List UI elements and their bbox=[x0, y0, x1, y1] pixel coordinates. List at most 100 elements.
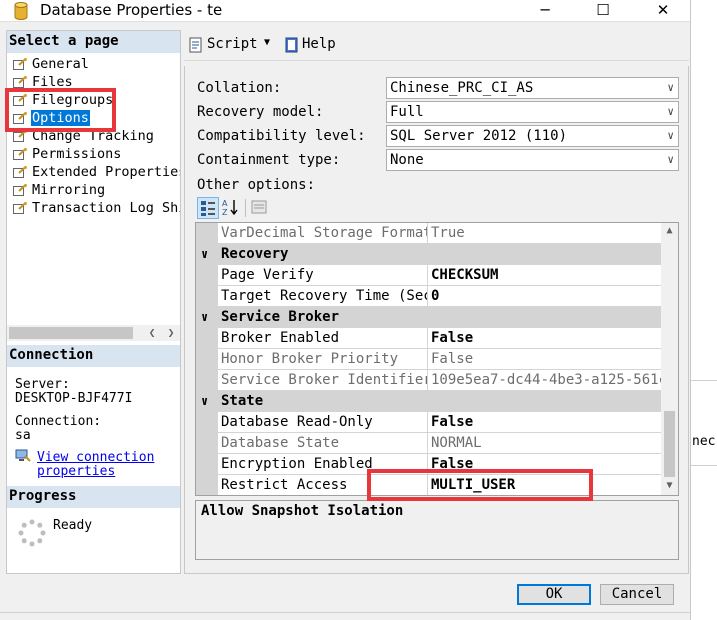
annotation-highlight-options bbox=[5, 88, 116, 132]
category-label: State bbox=[221, 393, 264, 409]
maximize-button[interactable]: ☐ bbox=[580, 0, 626, 22]
sort-alphabetical-icon: A Z bbox=[222, 199, 238, 217]
chevron-down-icon[interactable]: ∨ bbox=[201, 391, 208, 411]
alphabetical-button[interactable]: A Z bbox=[220, 197, 242, 219]
property-grid-vertical-scrollbar[interactable]: ▲ ▼ bbox=[661, 223, 678, 495]
chevron-down-icon[interactable]: ∨ bbox=[201, 307, 208, 327]
page-item-permissions[interactable]: Permissions bbox=[11, 145, 180, 163]
grid-row-honor-broker-priority[interactable]: Honor Broker Priority False bbox=[196, 349, 661, 370]
page-wrench-icon bbox=[13, 58, 27, 70]
page-list-horizontal-scrollbar[interactable]: ❮ ❯ bbox=[7, 325, 180, 341]
script-icon bbox=[189, 37, 202, 53]
property-name: Target Recovery Time (Seconds) bbox=[218, 286, 428, 307]
row-gutter bbox=[196, 433, 218, 454]
row-gutter bbox=[196, 370, 218, 391]
containment-type-value: None bbox=[390, 152, 424, 168]
row-gutter bbox=[196, 454, 218, 475]
chevron-down-icon[interactable]: ∨ bbox=[201, 244, 208, 264]
property-value: CHECKSUM bbox=[428, 265, 661, 286]
property-value: False bbox=[428, 349, 661, 370]
grid-row-vardecimal[interactable]: VarDecimal Storage Format True bbox=[196, 223, 661, 244]
recovery-model-label: Recovery model: bbox=[197, 104, 324, 120]
window-title: Database Properties - te bbox=[40, 1, 223, 19]
row-gutter bbox=[196, 475, 218, 495]
background-window-strip: neck bbox=[690, 0, 717, 620]
property-grid: VarDecimal Storage Format True ∨ Recover… bbox=[195, 222, 679, 496]
page-item-label: Transaction Log Shipping bbox=[32, 200, 180, 216]
property-name: Honor Broker Priority bbox=[218, 349, 428, 370]
containment-type-label: Containment type: bbox=[197, 152, 341, 168]
divider bbox=[691, 465, 717, 466]
property-value: True bbox=[428, 223, 661, 244]
view-connection-properties-link[interactable]: View connection bbox=[37, 451, 154, 465]
property-pages-icon bbox=[251, 200, 267, 214]
categorized-button[interactable] bbox=[197, 197, 219, 219]
grid-row-page-verify[interactable]: Page Verify CHECKSUM bbox=[196, 265, 661, 286]
recovery-model-combo[interactable]: Full ∨ bbox=[386, 101, 679, 123]
script-button[interactable]: Script bbox=[207, 36, 258, 52]
property-name: Page Verify bbox=[218, 265, 428, 286]
page-item-transaction-log-shipping[interactable]: Transaction Log Shipping bbox=[11, 199, 180, 217]
page-item-extended-properties[interactable]: Extended Properties bbox=[11, 163, 180, 181]
grid-row-target-recovery-time[interactable]: Target Recovery Time (Seconds) 0 bbox=[196, 286, 661, 307]
property-description-pane: Allow Snapshot Isolation bbox=[195, 500, 679, 560]
scroll-right-icon[interactable]: ❯ bbox=[163, 325, 179, 341]
toolbar-separator bbox=[245, 199, 246, 217]
scrollbar-thumb[interactable] bbox=[9, 327, 133, 339]
window-bottom-edge bbox=[0, 612, 690, 620]
server-label: Server: bbox=[15, 377, 70, 392]
chevron-down-icon: ∨ bbox=[667, 81, 674, 94]
scroll-up-icon[interactable]: ▲ bbox=[661, 223, 678, 239]
grid-row-broker-enabled[interactable]: Broker Enabled False bbox=[196, 328, 661, 349]
chevron-down-icon: ∨ bbox=[667, 129, 674, 142]
progress-heading: Progress bbox=[7, 486, 180, 508]
server-value: DESKTOP-BJF477I bbox=[15, 391, 133, 406]
cancel-button[interactable]: Cancel bbox=[600, 584, 674, 605]
categorized-icon bbox=[201, 201, 215, 216]
containment-type-combo[interactable]: None ∨ bbox=[386, 149, 679, 171]
background-text-fragment: neck bbox=[692, 434, 717, 449]
category-label: Service Broker bbox=[221, 309, 340, 325]
grid-row-database-read-only[interactable]: Database Read-Only False bbox=[196, 412, 661, 433]
compatibility-level-value: SQL Server 2012 (110) bbox=[390, 128, 568, 144]
connection-label: Connection: bbox=[15, 414, 102, 429]
minimize-button[interactable]: ─ bbox=[522, 0, 568, 22]
page-item-general[interactable]: General bbox=[11, 55, 180, 73]
property-pages-button[interactable] bbox=[249, 197, 271, 219]
grid-row-database-state[interactable]: Database State NORMAL bbox=[196, 433, 661, 454]
property-name: Service Broker Identifier bbox=[218, 370, 428, 391]
property-name: Database State bbox=[218, 433, 428, 454]
help-button[interactable]: Help bbox=[302, 36, 336, 52]
property-name: Broker Enabled bbox=[218, 328, 428, 349]
progress-spinner-icon bbox=[18, 519, 46, 547]
row-gutter bbox=[196, 349, 218, 370]
svg-text:A: A bbox=[222, 199, 228, 208]
collation-combo[interactable]: Chinese_PRC_CI_AS ∨ bbox=[386, 77, 679, 99]
view-connection-properties-link-line2[interactable]: properties bbox=[37, 465, 115, 479]
category-service-broker[interactable]: ∨ Service Broker bbox=[196, 307, 661, 328]
annotation-highlight-restrict-access bbox=[367, 469, 593, 501]
close-button[interactable]: ✕ bbox=[640, 0, 686, 22]
property-value: False bbox=[428, 412, 661, 433]
scrollbar-thumb[interactable] bbox=[664, 411, 675, 477]
compatibility-level-combo[interactable]: SQL Server 2012 (110) ∨ bbox=[386, 125, 679, 147]
page-item-label: General bbox=[32, 56, 89, 72]
property-grid-toolbar: A Z bbox=[197, 197, 287, 219]
toolbar: Script ▼ Help bbox=[184, 32, 689, 58]
grid-row-service-broker-identifier[interactable]: Service Broker Identifier 109e5ea7-dc44-… bbox=[196, 370, 661, 391]
scroll-down-icon[interactable]: ▼ bbox=[661, 478, 678, 494]
connection-properties-icon bbox=[15, 449, 31, 462]
ok-button[interactable]: OK bbox=[517, 584, 591, 605]
page-wrench-icon bbox=[13, 148, 27, 160]
category-recovery[interactable]: ∨ Recovery bbox=[196, 244, 661, 265]
property-value: NORMAL bbox=[428, 433, 661, 454]
page-wrench-icon bbox=[13, 202, 27, 214]
page-item-mirroring[interactable]: Mirroring bbox=[11, 181, 180, 199]
select-page-heading: Select a page bbox=[7, 31, 180, 53]
chevron-down-icon: ∨ bbox=[667, 105, 674, 118]
property-value: 109e5ea7-dc44-4be3-a125-561ce bbox=[428, 370, 661, 391]
scroll-left-icon[interactable]: ❮ bbox=[144, 325, 160, 341]
category-state[interactable]: ∨ State bbox=[196, 391, 661, 412]
page-wrench-icon bbox=[13, 76, 27, 88]
script-dropdown-icon[interactable]: ▼ bbox=[264, 37, 270, 48]
